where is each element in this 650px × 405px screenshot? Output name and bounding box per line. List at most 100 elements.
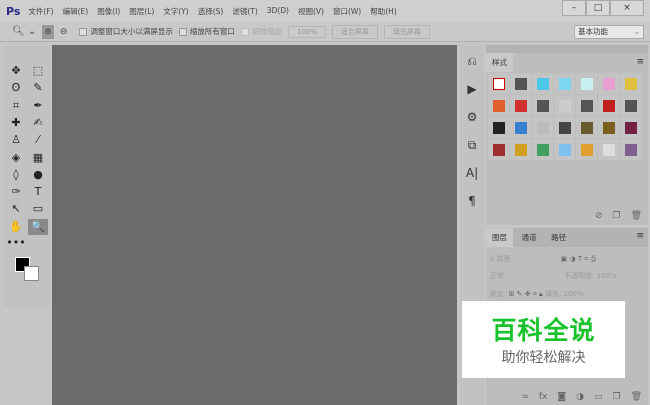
tool-button[interactable]: ʘ: [6, 80, 26, 96]
scrubby-zoom-checkbox[interactable]: 细微缩放: [240, 26, 282, 37]
blend-mode-select[interactable]: 正常 不透明度: 100%: [490, 271, 644, 281]
clone-source-icon[interactable]: ⧉: [460, 133, 484, 157]
link-icon[interactable]: ∞: [521, 392, 529, 402]
style-swatch[interactable]: [576, 73, 597, 94]
zoom-100-button[interactable]: 100%: [287, 25, 326, 38]
menu-item[interactable]: 图层(L): [129, 6, 154, 17]
style-swatch[interactable]: [488, 117, 509, 138]
new-style-icon[interactable]: ❐: [612, 211, 620, 221]
tool-button[interactable]: ✎: [28, 80, 48, 96]
tool-button[interactable]: ▦: [28, 150, 48, 166]
background-color[interactable]: [24, 266, 39, 281]
style-swatch[interactable]: [532, 139, 553, 160]
menu-item[interactable]: 文件(F): [28, 6, 53, 17]
workspace-select[interactable]: 基本功能 ⌄: [574, 25, 644, 39]
history-icon[interactable]: ⎌: [460, 49, 484, 73]
panel-menu-icon[interactable]: ≡: [636, 231, 644, 241]
actions-icon[interactable]: ▶: [460, 77, 484, 101]
tool-button[interactable]: 🔍: [28, 218, 48, 235]
lock-row[interactable]: 锁定: ⊞ ✎ ✥ ⌗ 🔒︎ 填充: 100%: [490, 289, 644, 299]
style-swatch[interactable]: [620, 117, 641, 138]
tool-button[interactable]: ✍: [28, 115, 48, 131]
menu-item[interactable]: 文字(Y): [163, 6, 188, 17]
tool-button[interactable]: ✑: [6, 184, 26, 200]
tool-button[interactable]: ⬚: [28, 63, 48, 79]
properties-icon[interactable]: ⚙: [460, 105, 484, 129]
menu-item[interactable]: 3D(D): [267, 6, 289, 17]
tool-button[interactable]: ♙: [6, 132, 26, 148]
minimize-button[interactable]: –: [562, 0, 586, 16]
style-swatch[interactable]: [576, 117, 597, 138]
maximize-button[interactable]: □: [586, 0, 610, 16]
tool-button[interactable]: ◊: [6, 167, 26, 183]
tool-button[interactable]: ⁄: [28, 132, 48, 148]
style-swatch[interactable]: [532, 95, 553, 116]
trash-icon[interactable]: 🗑︎: [631, 211, 642, 221]
mask-icon[interactable]: ◙: [557, 392, 566, 402]
group-icon[interactable]: ▭: [594, 392, 603, 402]
style-swatch[interactable]: [554, 139, 575, 160]
tool-button[interactable]: ●: [28, 167, 48, 183]
style-swatch[interactable]: [620, 139, 641, 160]
tool-button[interactable]: ✋: [6, 219, 26, 235]
zoom-tool-icon[interactable]: 🔍︎ ⌄: [12, 26, 36, 37]
tab-paths[interactable]: 路径: [545, 228, 572, 247]
resize-windows-checkbox[interactable]: 调整窗口大小以满屏显示: [79, 26, 173, 37]
fill-screen-button[interactable]: 填充屏幕: [383, 24, 430, 39]
paragraph-icon[interactable]: ¶: [460, 189, 484, 213]
menu-item[interactable]: 编辑(E): [63, 6, 89, 17]
menu-item[interactable]: 视图(V): [298, 6, 324, 17]
style-swatch[interactable]: [598, 73, 619, 94]
style-swatch[interactable]: [532, 73, 553, 94]
style-swatch[interactable]: [598, 95, 619, 116]
style-swatch[interactable]: [510, 73, 531, 94]
tool-button[interactable]: ✚: [6, 115, 26, 131]
clear-style-icon[interactable]: ⊘: [595, 211, 603, 221]
style-swatch[interactable]: [554, 117, 575, 138]
zoom-all-checkbox[interactable]: 缩放所有窗口: [178, 26, 235, 37]
tab-channels[interactable]: 通道: [516, 228, 543, 247]
tool-button[interactable]: ◈: [6, 150, 26, 166]
style-swatch[interactable]: [554, 73, 575, 94]
menu-item[interactable]: 图像(I): [97, 6, 120, 17]
tool-button[interactable]: ⌗: [6, 98, 26, 114]
style-swatch[interactable]: [510, 117, 531, 138]
style-swatch[interactable]: [576, 139, 597, 160]
tool-button[interactable]: ✥: [6, 63, 26, 79]
close-button[interactable]: ×: [610, 0, 644, 16]
style-swatch[interactable]: [598, 139, 619, 160]
tab-styles[interactable]: 样式: [486, 53, 513, 72]
menu-item[interactable]: 选择(S): [198, 6, 224, 17]
character-icon[interactable]: A|: [460, 161, 484, 185]
menu-item[interactable]: 窗口(W): [333, 6, 361, 17]
zoom-in-icon[interactable]: ⊕: [42, 24, 54, 39]
fit-screen-button[interactable]: 适合屏幕: [331, 24, 378, 39]
style-swatch[interactable]: [620, 95, 641, 116]
canvas-area[interactable]: [52, 45, 457, 405]
menu-item[interactable]: 滤镜(T): [232, 6, 257, 17]
layer-filter[interactable]: ρ 类型 ▣ ◑ T ⌗ ⎙: [490, 254, 644, 264]
panel-menu-icon[interactable]: ≡: [636, 57, 644, 67]
style-swatch[interactable]: [620, 73, 641, 94]
style-swatch[interactable]: [488, 73, 509, 94]
tool-button[interactable]: ▭: [28, 201, 48, 217]
tool-button[interactable]: ✒: [28, 98, 48, 114]
zoom-out-icon[interactable]: ⊖: [60, 27, 68, 37]
tool-button[interactable]: ↖: [6, 201, 26, 217]
style-swatch[interactable]: [576, 95, 597, 116]
tool-button[interactable]: T: [28, 184, 48, 200]
style-swatch[interactable]: [598, 117, 619, 138]
tab-layers[interactable]: 图层: [486, 228, 513, 247]
trash-icon[interactable]: 🗑︎: [631, 392, 642, 402]
style-swatch[interactable]: [488, 95, 509, 116]
tool-button[interactable]: •••: [6, 235, 26, 251]
menu-item[interactable]: 帮助(H): [370, 6, 397, 17]
fx-icon[interactable]: fx: [539, 392, 548, 402]
style-swatch[interactable]: [510, 95, 531, 116]
style-swatch[interactable]: [510, 139, 531, 160]
new-layer-icon[interactable]: ❐: [612, 392, 620, 402]
style-swatch[interactable]: [488, 139, 509, 160]
style-swatch[interactable]: [554, 95, 575, 116]
adjustment-icon[interactable]: ◑: [576, 392, 584, 402]
style-swatch[interactable]: [532, 117, 553, 138]
